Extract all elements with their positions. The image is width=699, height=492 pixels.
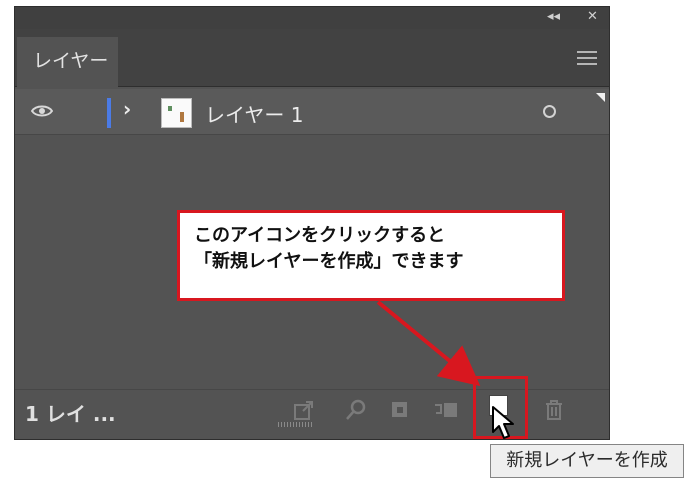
mouse-pointer-icon	[491, 405, 519, 441]
annotation-callout: このアイコンをクリックすると 「新規レイヤーを作成」できます	[177, 210, 565, 301]
tooltip: 新規レイヤーを作成	[490, 444, 684, 478]
annotation-line-2: 「新規レイヤーを作成」できます	[194, 251, 464, 272]
annotation-line-1: このアイコンをクリックすると	[194, 225, 446, 246]
